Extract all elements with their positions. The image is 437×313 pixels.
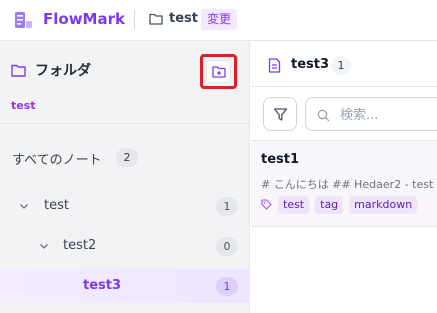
search-box[interactable] <box>305 97 437 131</box>
sidebar-title: フォルダ <box>35 63 91 79</box>
all-notes-count: 2 <box>116 148 138 167</box>
all-notes-item[interactable]: すべてのノート 2 <box>0 142 250 172</box>
change-folder-button[interactable]: 変更 <box>201 9 238 30</box>
filter-button[interactable] <box>263 97 297 131</box>
new-folder-button[interactable] <box>200 54 237 89</box>
note-count-badge: 1 <box>331 56 351 75</box>
filter-icon <box>273 107 287 121</box>
flowmark-logo-icon <box>15 12 32 28</box>
note-preview: # こんにちは ## Hedaer2 - test - <box>261 178 437 191</box>
brand-name: FlowMark <box>43 10 125 28</box>
folder-item-test2[interactable]: test2 0 <box>0 230 250 262</box>
tag-chip[interactable]: tag <box>315 196 344 214</box>
folder-icon <box>11 64 26 77</box>
current-folder-name: test <box>169 11 198 26</box>
new-folder-button-inner[interactable] <box>206 60 231 83</box>
folder-label: test <box>44 198 69 213</box>
sidebar-divider <box>0 123 250 124</box>
folder-label: test3 <box>83 278 122 293</box>
note-list-header: test3 1 <box>251 41 437 87</box>
document-icon <box>268 58 281 73</box>
note-card[interactable]: test1 # こんにちは ## Hedaer2 - test - test t… <box>251 141 437 227</box>
note-title: test1 <box>261 152 300 167</box>
app-header: FlowMark test 変更 <box>0 0 437 41</box>
folder-item-test[interactable]: test 1 <box>0 190 250 222</box>
folder-count: 0 <box>216 237 238 256</box>
folder-count: 1 <box>216 197 238 216</box>
folder-plus-icon <box>211 66 226 78</box>
header-divider <box>134 10 135 29</box>
chevron-down-icon[interactable] <box>39 241 49 251</box>
note-tags: test tag markdown <box>278 196 418 214</box>
folder-sidebar: フォルダ test すべてのノート 2 test 1 test2 0 test3… <box>0 41 250 313</box>
tag-chip[interactable]: test <box>278 196 310 214</box>
search-input[interactable] <box>340 105 437 125</box>
tag-icon <box>261 199 272 210</box>
all-notes-label: すべてのノート <box>12 153 102 168</box>
folder-icon <box>149 13 163 25</box>
folder-count: 1 <box>216 277 238 296</box>
folder-label: test2 <box>63 238 97 253</box>
chevron-down-icon[interactable] <box>19 201 29 211</box>
folder-item-test3[interactable]: test3 1 <box>0 269 250 303</box>
breadcrumb[interactable]: test <box>11 99 36 112</box>
note-list-title: test3 <box>291 57 330 72</box>
tag-chip[interactable]: markdown <box>349 196 418 214</box>
search-icon <box>317 109 330 122</box>
note-list-panel: test3 1 test1 # こんにちは ## Hedaer2 - test … <box>251 41 437 313</box>
